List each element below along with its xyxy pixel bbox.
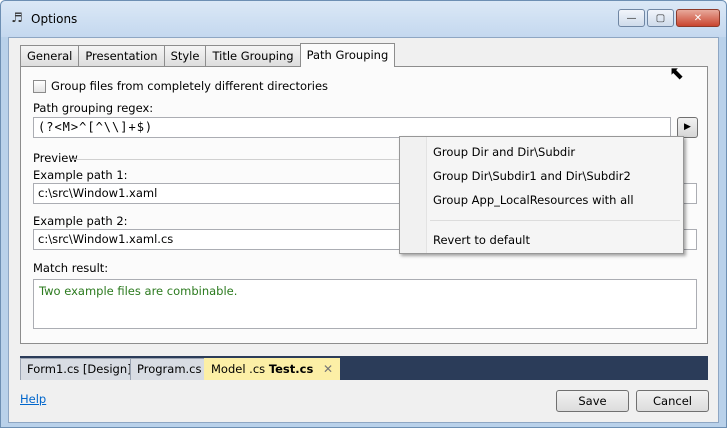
menu-item-group-dir-subdir[interactable]: Group Dir and Dir\Subdir [433,145,575,159]
match-result-label: Match result: [33,261,109,275]
regex-menu-button[interactable]: ▶ [677,117,698,138]
menu-item-group-app-localresources[interactable]: Group App_LocalResources with all [433,193,634,207]
window-title: Options [31,12,78,26]
title-bar[interactable]: ♬ Options — ▢ ✕ [1,1,726,37]
doc-tab-test-label: Test.cs [268,362,314,376]
window-controls: — ▢ ✕ [618,9,720,29]
maximize-button[interactable]: ▢ [647,9,674,27]
tab-strip: General Presentation Style Title Groupin… [20,43,396,67]
help-link[interactable]: Help [20,392,46,406]
doc-tab-test[interactable]: Model .cs Test.cs ✕ [204,358,341,380]
menu-gutter [400,137,427,253]
preview-divider [71,159,423,160]
save-button[interactable]: Save [556,390,629,412]
preview-heading: Preview [33,151,78,165]
options-window: ♬ Options — ▢ ✕ General Presentation Sty… [0,0,727,428]
example-path-2-label: Example path 2: [33,214,128,228]
group-dirs-label: Group files from completely different di… [51,79,329,93]
close-button[interactable]: ✕ [676,9,720,27]
close-tab-icon[interactable]: ✕ [323,362,333,376]
regex-label: Path grouping regex: [33,101,154,115]
tab-title-grouping[interactable]: Title Grouping [205,45,301,67]
menu-item-group-subdir1-subdir2[interactable]: Group Dir\Subdir1 and Dir\Subdir2 [433,169,631,183]
minimize-button[interactable]: — [618,9,645,27]
doc-tab-form1-design[interactable]: Form1.cs [Design] [20,358,139,380]
group-dirs-checkbox[interactable] [33,79,46,93]
tab-general[interactable]: General [20,45,80,67]
match-result-text: Two example files are combinable. [39,284,238,298]
doc-tab-program[interactable]: Program.cs [130,358,209,380]
music-note-icon: ♬ [11,11,23,26]
menu-separator [430,220,680,221]
doc-tab-model-label: Model .cs [211,362,266,376]
group-dirs-row[interactable]: Group files from completely different di… [33,79,328,93]
document-tab-bar: Form1.cs [Design] Program.cs Model .cs T… [20,356,708,380]
mouse-pointer-icon: ⬉ [669,63,685,84]
regex-input[interactable]: (?<M>^[^\\]+$) [33,117,671,138]
example-path-1-label: Example path 1: [33,168,128,182]
menu-item-revert-default[interactable]: Revert to default [433,233,530,247]
tab-presentation[interactable]: Presentation [78,45,165,67]
regex-presets-menu: Group Dir and Dir\Subdir Group Dir\Subdi… [399,136,684,254]
match-result-box: Two example files are combinable. [33,279,697,329]
tab-style[interactable]: Style [163,45,207,67]
tab-path-grouping[interactable]: Path Grouping [299,43,396,67]
cancel-button[interactable]: Cancel [636,390,709,412]
